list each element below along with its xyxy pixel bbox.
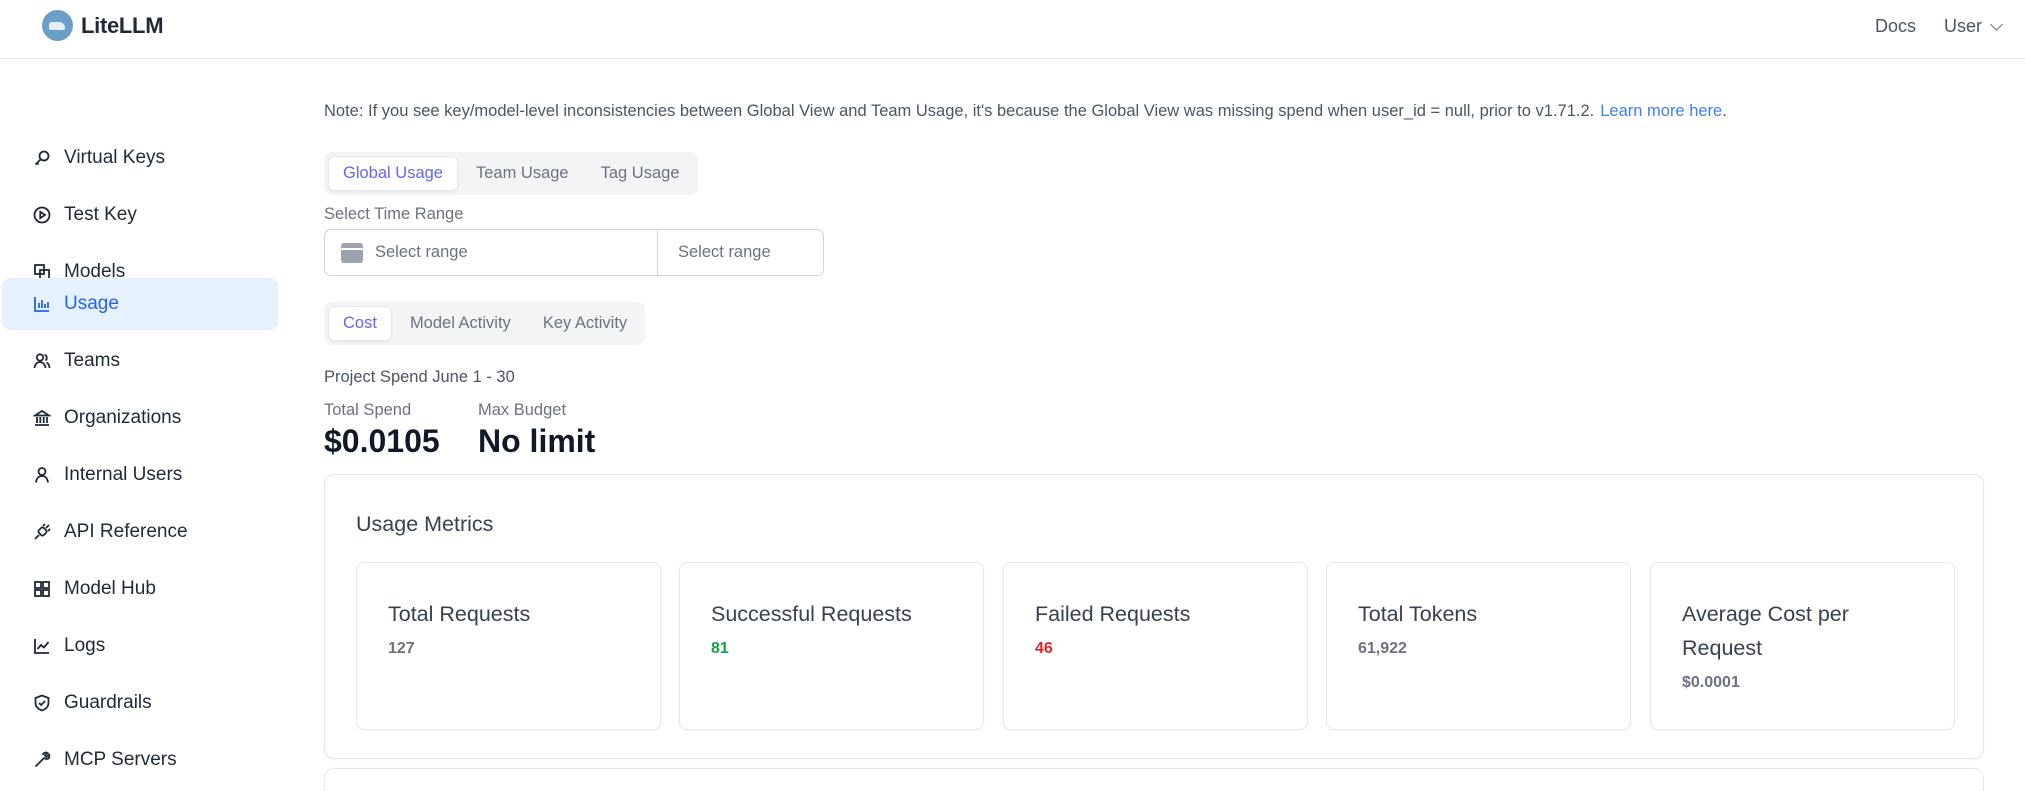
- metric-title: Failed Requests: [1035, 602, 1191, 626]
- sidebar-item-internal-users[interactable]: Internal Users: [2, 449, 278, 501]
- calendar-icon: [341, 242, 363, 263]
- bar-chart-icon: [32, 294, 52, 314]
- date-range-picker[interactable]: Select range Select range: [324, 229, 824, 276]
- total-spend-label: Total Spend: [324, 401, 412, 419]
- tool-icon: [32, 750, 52, 770]
- sidebar-item-label: Logs: [64, 635, 106, 656]
- metric-value: 81: [711, 640, 729, 657]
- sidebar-item-label: Guardrails: [64, 692, 152, 713]
- metric-value: 61,922: [1358, 640, 1407, 657]
- sidebar-item-model-hub[interactable]: Model Hub: [2, 563, 278, 615]
- sidebar-item-usage[interactable]: Usage: [2, 278, 278, 330]
- tab-team-usage[interactable]: Team Usage: [462, 156, 583, 191]
- top-header: LiteLLM Docs User: [0, 0, 2025, 59]
- usage-metrics-title: Usage Metrics: [356, 512, 494, 536]
- header-actions: Docs User: [1875, 16, 2003, 37]
- metric-title: Total Requests: [388, 602, 531, 626]
- play-circle-icon: [32, 205, 52, 225]
- safety-icon: [32, 693, 52, 713]
- logo[interactable]: LiteLLM: [42, 10, 164, 41]
- sidebar-item-label: Test Key: [64, 204, 137, 225]
- metric-value: 127: [388, 640, 415, 657]
- tab-cost[interactable]: Cost: [328, 306, 392, 341]
- key-icon: [32, 148, 52, 168]
- metric-successful-requests: Successful Requests 81: [679, 562, 984, 730]
- team-icon: [32, 351, 52, 371]
- tab-tag-usage[interactable]: Tag Usage: [587, 156, 694, 191]
- metric-title: Total Tokens: [1358, 602, 1478, 626]
- sidebar-item-label: MCP Servers: [64, 749, 177, 770]
- usage-metrics-card: Usage Metrics Total Requests 127 Success…: [324, 474, 1984, 759]
- user-menu[interactable]: User: [1943, 16, 2003, 37]
- tab-key-activity[interactable]: Key Activity: [529, 306, 641, 341]
- note-link-suffix: .: [1722, 102, 1727, 120]
- max-budget-value: No limit: [478, 423, 596, 459]
- sidebar-item-guardrails[interactable]: Guardrails: [2, 677, 278, 729]
- sidebar-item-label: Usage: [64, 293, 119, 314]
- time-range-label: Select Time Range: [324, 205, 464, 223]
- total-spend-value: $0.0105: [324, 423, 440, 459]
- metric-value: $0.0001: [1682, 674, 1740, 691]
- sidebar-item-api-reference[interactable]: API Reference: [2, 506, 278, 558]
- bank-icon: [32, 408, 52, 428]
- app-store-icon: [32, 579, 52, 599]
- total-spend-stat: Total Spend $0.0105: [324, 401, 440, 460]
- app-name: LiteLLM: [81, 12, 164, 38]
- next-card: [324, 768, 1984, 791]
- sidebar-item-label: API Reference: [64, 521, 188, 542]
- metric-total-requests: Total Requests 127: [356, 562, 661, 730]
- line-chart-icon: [32, 636, 52, 656]
- note-text: Note: If you see key/model-level inconsi…: [324, 102, 1595, 120]
- user-icon: [32, 465, 52, 485]
- range-start-placeholder: Select range: [375, 243, 468, 261]
- metric-value: 46: [1035, 640, 1053, 657]
- metric-average-cost: Average Cost per Request $0.0001: [1650, 562, 1955, 730]
- learn-more-link[interactable]: Learn more here: [1600, 102, 1722, 120]
- view-tabs: Cost Model Activity Key Activity: [324, 302, 646, 345]
- tab-global-usage[interactable]: Global Usage: [328, 156, 458, 191]
- max-budget-stat: Max Budget No limit: [478, 401, 595, 460]
- metric-failed-requests: Failed Requests 46: [1003, 562, 1308, 730]
- metric-title: Successful Requests: [711, 602, 912, 626]
- sidebar-item-label: Organizations: [64, 407, 182, 428]
- sidebar-item-test-key[interactable]: Test Key: [2, 189, 278, 241]
- inconsistency-note: Note: If you see key/model-level inconsi…: [324, 102, 1727, 121]
- sidebar-item-teams[interactable]: Teams: [2, 335, 278, 387]
- sidebar: Virtual Keys Test Key Models Usage Teams…: [0, 60, 280, 791]
- sidebar-item-label: Teams: [64, 350, 120, 371]
- metric-total-tokens: Total Tokens 61,922: [1326, 562, 1631, 730]
- chevron-down-icon: [1990, 17, 2003, 31]
- usage-tabs: Global Usage Team Usage Tag Usage: [324, 152, 698, 195]
- sidebar-item-mcp-servers[interactable]: MCP Servers: [2, 734, 278, 786]
- project-spend-label: Project Spend June 1 - 30: [324, 368, 515, 386]
- sidebar-item-label: Model Hub: [64, 578, 156, 599]
- sidebar-item-label: Virtual Keys: [64, 147, 166, 168]
- sidebar-item-organizations[interactable]: Organizations: [2, 392, 278, 444]
- api-icon: [32, 522, 52, 542]
- main-content: Note: If you see key/model-level inconsi…: [324, 60, 2004, 791]
- range-end-input[interactable]: Select range: [658, 230, 823, 275]
- sidebar-item-logs[interactable]: Logs: [2, 620, 278, 672]
- metric-title: Average Cost per Request: [1682, 602, 1849, 660]
- range-end-placeholder: Select range: [678, 243, 771, 261]
- sidebar-item-virtual-keys[interactable]: Virtual Keys: [2, 132, 278, 184]
- user-menu-label: User: [1943, 16, 1982, 36]
- range-start-input[interactable]: Select range: [325, 230, 658, 275]
- tab-model-activity[interactable]: Model Activity: [396, 306, 525, 341]
- docs-link[interactable]: Docs: [1875, 16, 1916, 37]
- logo-icon: [42, 10, 73, 41]
- sidebar-item-label: Internal Users: [64, 464, 183, 485]
- max-budget-label: Max Budget: [478, 401, 567, 419]
